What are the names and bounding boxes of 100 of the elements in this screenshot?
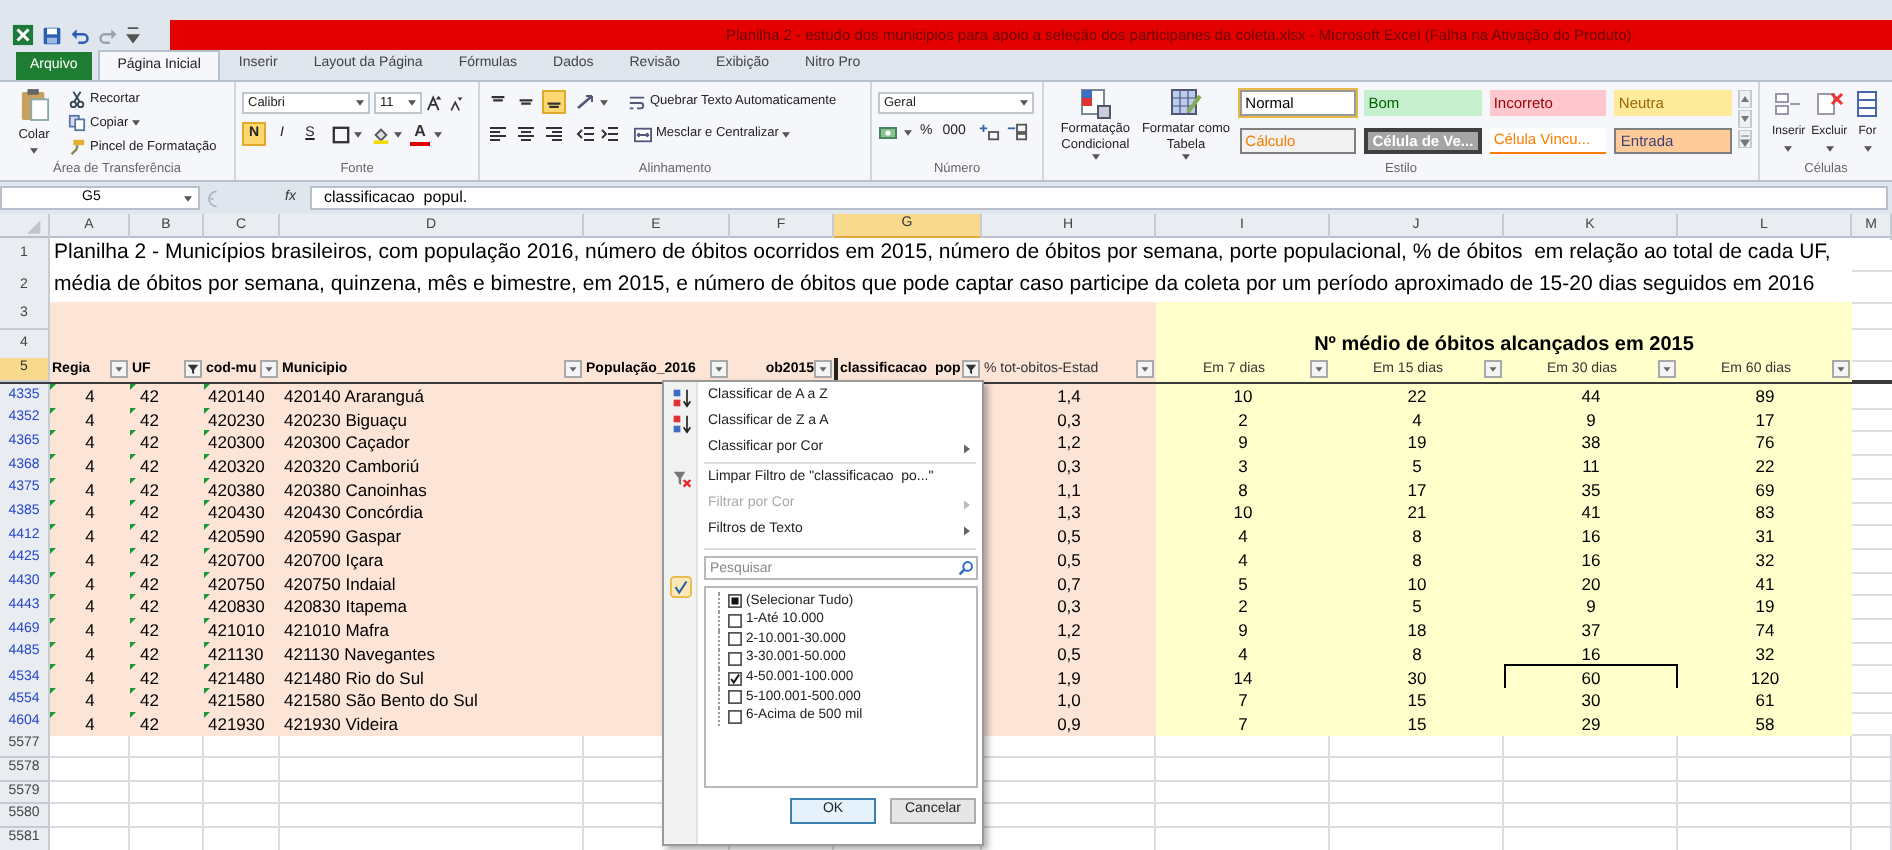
- caret-icon[interactable]: [394, 131, 402, 137]
- table-cell: 420430 Concórdia: [280, 500, 584, 527]
- formula-input[interactable]: classificacao popul.: [310, 186, 1888, 210]
- decrease-indent-icon[interactable]: [576, 124, 596, 144]
- more-icon[interactable]: [1738, 130, 1752, 148]
- filter-dropdown-button[interactable]: [1658, 360, 1676, 379]
- paste-icon[interactable]: [19, 88, 49, 122]
- table-cell: 421580 São Bento do Sul: [280, 687, 584, 714]
- align-icon[interactable]: [542, 122, 566, 146]
- table-cell: 4: [50, 384, 130, 410]
- filter-dropdown-button[interactable]: [814, 360, 832, 379]
- table-cell: 4: [50, 524, 130, 550]
- table-cell: 42: [130, 617, 204, 644]
- table-cell: 420590: [204, 524, 280, 550]
- filter-active-button[interactable]: [184, 360, 202, 379]
- fill-color-icon[interactable]: [372, 125, 390, 143]
- checkbox[interactable]: [728, 709, 742, 724]
- font-color-button[interactable]: A: [410, 122, 430, 146]
- table-cell: 31: [1678, 524, 1852, 550]
- table-cell: 22: [1330, 384, 1504, 410]
- table-cell: 4: [50, 547, 130, 574]
- table-cell: 2: [1156, 594, 1330, 620]
- decrease-decimal-icon[interactable]: [1005, 122, 1028, 143]
- table-cell: 42: [130, 430, 204, 457]
- scroll-up-icon[interactable]: [1738, 90, 1752, 108]
- table-cell: 9: [1504, 594, 1678, 620]
- checkbox[interactable]: [728, 690, 742, 705]
- align-icon[interactable]: [514, 122, 538, 146]
- save-icon[interactable]: [42, 25, 62, 45]
- copy-icon: [68, 114, 86, 132]
- checkbox[interactable]: [728, 652, 742, 667]
- table-cell: 44: [1504, 384, 1678, 410]
- table-cell: 58: [1678, 711, 1852, 737]
- table-cell: 30: [1504, 687, 1678, 714]
- shrink-font-icon[interactable]: [448, 95, 464, 111]
- redo-icon[interactable]: [98, 25, 118, 45]
- table-cell: 4: [50, 687, 130, 714]
- table-cell: 420320: [204, 454, 280, 480]
- table-cell: 89: [1678, 384, 1852, 410]
- table-cell: 19: [1678, 594, 1852, 620]
- filter-dropdown-button[interactable]: [710, 360, 728, 379]
- caret-icon[interactable]: [904, 129, 912, 136]
- table-highlight-icon: [1079, 88, 1112, 120]
- table-cell: 0,9: [982, 711, 1156, 737]
- caret-icon[interactable]: [354, 131, 362, 137]
- caret-icon[interactable]: [30, 147, 38, 154]
- checkmark-icon: [670, 576, 692, 598]
- table-cell: 22: [1678, 454, 1852, 480]
- filter-dropdown-button[interactable]: [1484, 360, 1502, 379]
- empty-cell: [130, 804, 204, 829]
- caret-icon[interactable]: [600, 99, 608, 105]
- caret-icon: [1784, 146, 1793, 152]
- search-icon[interactable]: [958, 560, 974, 576]
- table-cell: 421010 Mafra: [280, 617, 584, 644]
- filter-dropdown-button[interactable]: [564, 360, 582, 379]
- currency-icon[interactable]: [878, 122, 898, 143]
- caret-icon: [1020, 100, 1028, 106]
- caret-icon[interactable]: [434, 131, 442, 137]
- table-cell: 421580: [204, 687, 280, 714]
- table-cell: 420590 Gaspar: [280, 524, 584, 550]
- table-cell: 4: [50, 454, 130, 480]
- table-cell: 420140 Araranguá: [280, 384, 584, 410]
- checkbox[interactable]: [728, 632, 742, 647]
- table-cell: 21: [1330, 500, 1504, 527]
- delete-cells-icon: [1815, 90, 1844, 118]
- align-icon[interactable]: [486, 122, 510, 146]
- spreadsheet-app-icon[interactable]: [12, 24, 34, 46]
- customize-menu-icon[interactable]: [126, 26, 140, 44]
- checkbox[interactable]: [728, 671, 742, 686]
- table-cell: 5: [1330, 454, 1504, 480]
- increase-indent-icon[interactable]: [600, 124, 620, 144]
- filter-dropdown-button[interactable]: [1310, 360, 1328, 379]
- border-icon[interactable]: [332, 125, 350, 143]
- scroll-down-icon[interactable]: [1738, 110, 1752, 128]
- filter-active-button[interactable]: [962, 360, 980, 379]
- checkbox[interactable]: [728, 594, 742, 609]
- caret-icon: [1825, 146, 1834, 152]
- filter-dropdown-button[interactable]: [1136, 360, 1154, 379]
- increase-decimal-icon[interactable]: [977, 122, 1000, 143]
- table-cell: 10: [1156, 384, 1330, 410]
- table-cell: 420140: [204, 384, 280, 410]
- vertical-align-icon[interactable]: [542, 90, 566, 114]
- orientation-icon[interactable]: [576, 92, 596, 112]
- table-cell: 421010: [204, 617, 280, 644]
- filter-dropdown-button[interactable]: [260, 360, 278, 379]
- filter-dropdown-button[interactable]: [1832, 360, 1850, 379]
- table-cell: 420700 Içara: [280, 547, 584, 574]
- grow-font-icon[interactable]: [426, 94, 444, 112]
- filter-dropdown-button[interactable]: [110, 360, 128, 379]
- table-cell: 8: [1330, 524, 1504, 550]
- table-cell: 37: [1504, 617, 1678, 644]
- table-cell: 32: [1678, 547, 1852, 574]
- checkbox[interactable]: [728, 613, 742, 628]
- submenu-arrow-icon: [964, 500, 970, 510]
- table-cell: 42: [130, 594, 204, 620]
- caret-icon: [132, 120, 141, 126]
- table-cell: 9: [1156, 617, 1330, 644]
- table-cell: 0,3: [982, 454, 1156, 480]
- scissors-icon: [68, 90, 86, 108]
- undo-icon[interactable]: [70, 25, 90, 45]
